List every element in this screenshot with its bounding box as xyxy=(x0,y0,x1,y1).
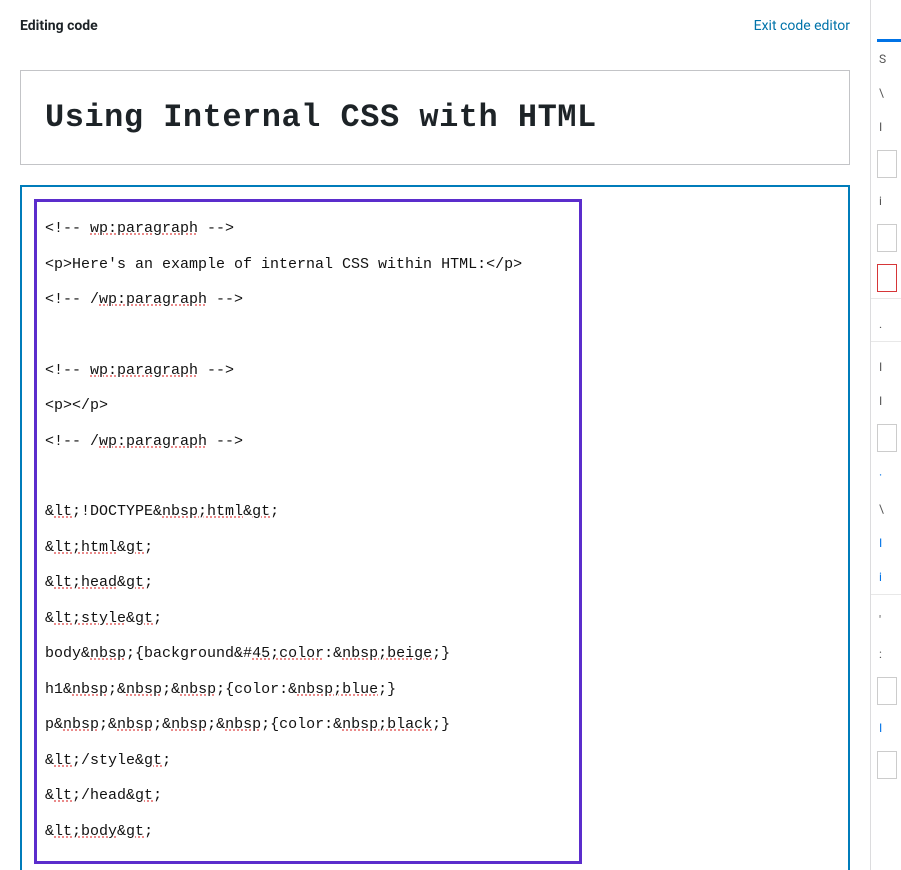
code-line xyxy=(45,466,571,488)
code-line: &lt;/head&gt; xyxy=(45,785,571,808)
code-line: &lt;body&gt; xyxy=(45,821,571,844)
sidebar-item[interactable]: : xyxy=(871,637,901,671)
sidebar-group: I I · \ I i xyxy=(871,341,901,594)
settings-sidebar: S \ I i . I I · \ I i ' : I xyxy=(870,0,901,870)
sidebar-thumb[interactable] xyxy=(877,424,897,452)
code-highlight-box: <!-- wp:paragraph --> <p>Here's an exampl… xyxy=(34,199,582,864)
sidebar-link[interactable]: · xyxy=(871,458,901,492)
sidebar-item[interactable]: \ xyxy=(871,76,901,110)
sidebar-item[interactable]: \ xyxy=(871,492,901,526)
sidebar-item[interactable]: ' xyxy=(871,603,901,637)
code-line: <!-- /wp:paragraph --> xyxy=(45,289,571,312)
sidebar-group: ' : I xyxy=(871,594,901,785)
sidebar-link[interactable]: i xyxy=(871,560,901,594)
code-line: h1&nbsp;&nbsp;&nbsp;{color:&nbsp;blue;} xyxy=(45,679,571,702)
sidebar-item[interactable]: . xyxy=(871,307,901,341)
sidebar-link[interactable]: I xyxy=(871,711,901,745)
sidebar-link[interactable]: I xyxy=(871,526,901,560)
sidebar-item[interactable]: i xyxy=(871,184,901,218)
code-line: <!-- wp:paragraph --> xyxy=(45,360,571,383)
sidebar-thumb[interactable] xyxy=(877,150,897,178)
sidebar-thumb[interactable] xyxy=(877,677,897,705)
sidebar-item[interactable]: S xyxy=(871,42,901,76)
top-bar: Editing code Exit code editor xyxy=(20,18,850,34)
code-line: &lt;style&gt; xyxy=(45,608,571,631)
code-line: p&nbsp;&nbsp;&nbsp;&nbsp;{color:&nbsp;bl… xyxy=(45,714,571,737)
code-line: <!-- /wp:paragraph --> xyxy=(45,431,571,454)
code-line: <p>Here's an example of internal CSS wit… xyxy=(45,254,571,277)
code-line xyxy=(45,325,571,347)
post-title-field[interactable]: Using Internal CSS with HTML xyxy=(20,70,850,165)
sidebar-thumb[interactable] xyxy=(877,224,897,252)
code-editor-textarea[interactable]: <!-- wp:paragraph --> <p>Here's an exampl… xyxy=(20,185,850,870)
code-line: &lt;head&gt; xyxy=(45,572,571,595)
sidebar-item[interactable]: I xyxy=(871,350,901,384)
editing-code-label: Editing code xyxy=(20,18,98,34)
post-title-text: Using Internal CSS with HTML xyxy=(45,99,825,136)
sidebar-item[interactable]: I xyxy=(871,384,901,418)
sidebar-thumb[interactable] xyxy=(877,264,897,292)
sidebar-group: . xyxy=(871,298,901,341)
code-line: <p></p> xyxy=(45,395,571,418)
code-line: &lt;!DOCTYPE&nbsp;html&gt; xyxy=(45,501,571,524)
exit-code-editor-link[interactable]: Exit code editor xyxy=(754,18,850,34)
sidebar-thumb[interactable] xyxy=(877,751,897,779)
sidebar-tab-active[interactable] xyxy=(877,4,901,42)
sidebar-item[interactable]: I xyxy=(871,110,901,144)
code-line: <!-- wp:paragraph --> xyxy=(45,218,571,241)
main-panel: Editing code Exit code editor Using Inte… xyxy=(0,0,870,870)
app-root: Editing code Exit code editor Using Inte… xyxy=(0,0,901,870)
code-line: &lt;html&gt; xyxy=(45,537,571,560)
code-line: body&nbsp;{background&#45;color:&nbsp;be… xyxy=(45,643,571,666)
code-line: &lt;/style&gt; xyxy=(45,750,571,773)
